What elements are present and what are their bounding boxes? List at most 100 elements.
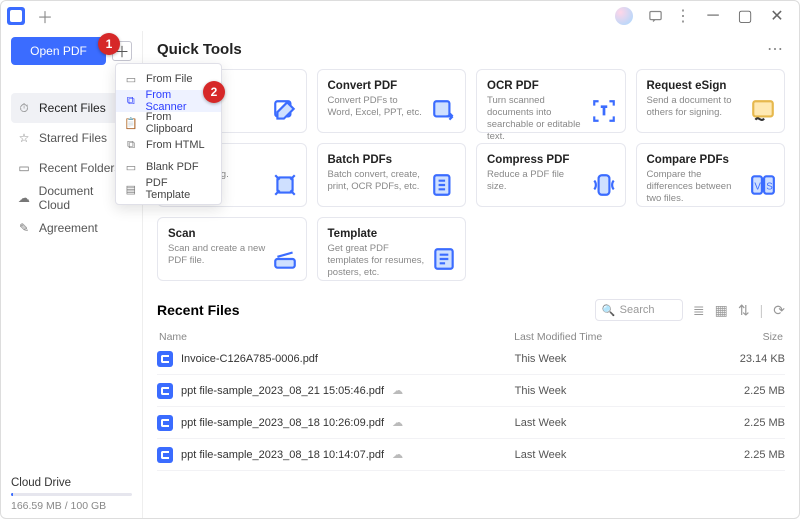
- sign-icon: ✎: [17, 221, 31, 235]
- maximize-button[interactable]: ▢: [729, 2, 761, 30]
- feedback-icon[interactable]: [641, 2, 669, 30]
- kebab-menu-icon[interactable]: ⋮: [669, 2, 697, 30]
- pdf-file-icon: [157, 351, 173, 367]
- search-input[interactable]: 🔍 Search: [595, 299, 683, 321]
- tool-batch-pdfs[interactable]: Batch PDFs Batch convert, create, print,…: [317, 143, 467, 207]
- sidebar-item-label: Agreement: [39, 221, 98, 235]
- menu-item-icon: ▭: [124, 161, 138, 174]
- recent-files-list: Invoice-C126A785-0006.pdf This Week 23.1…: [157, 343, 785, 471]
- tool-desc: Compare the differences between two file…: [647, 169, 745, 205]
- col-time: Last Modified Time: [514, 331, 723, 343]
- cloud-icon: ☁: [17, 191, 31, 205]
- clock-icon: ⏱: [17, 101, 31, 116]
- file-name: ppt file-sample_2023_08_21 15:05:46.pdf: [181, 385, 384, 397]
- tool-title: Scan: [168, 228, 296, 240]
- tool-title: OCR PDF: [487, 80, 615, 92]
- tool-desc: Batch convert, create, print, OCR PDFs, …: [328, 169, 426, 193]
- main-area: Quick Tools ⋯ mages in a Convert PDF Con…: [143, 31, 799, 518]
- tool-title: Convert PDF: [328, 80, 456, 92]
- cloud-drive-label: Cloud Drive: [11, 477, 132, 489]
- file-size: 2.25 MB: [725, 417, 785, 429]
- file-row[interactable]: ppt file-sample_2023_08_21 15:05:46.pdf …: [157, 375, 785, 407]
- sidebar-item-starred-files[interactable]: ☆ Starred Files: [11, 123, 132, 153]
- file-name: Invoice-C126A785-0006.pdf: [181, 353, 318, 365]
- view-toggle: ≣ ▦ ⇅ | ⟳: [693, 302, 785, 319]
- tool-scan[interactable]: Scan Scan and create a new PDF file.: [157, 217, 307, 281]
- file-time: This Week: [515, 385, 725, 397]
- combine-icon: [272, 172, 298, 198]
- tool-request-esign[interactable]: Request eSign Send a document to others …: [636, 69, 786, 133]
- tool-title: Compare PDFs: [647, 154, 775, 166]
- svg-text:V: V: [754, 181, 761, 192]
- file-size: 2.25 MB: [725, 449, 785, 461]
- sidebar-item-label: Recent Folders: [39, 161, 120, 175]
- menu-item-pdf-template[interactable]: ▤ PDF Template: [116, 178, 221, 200]
- svg-text:S: S: [766, 181, 773, 192]
- file-name: ppt file-sample_2023_08_18 10:26:09.pdf: [181, 417, 384, 429]
- pdf-file-icon: [157, 383, 173, 399]
- sidebar-item-label: Recent Files: [39, 101, 106, 115]
- pdf-file-icon: [157, 447, 173, 463]
- app-logo-icon: [7, 7, 25, 25]
- close-button[interactable]: ✕: [761, 2, 793, 30]
- menu-item-label: From HTML: [146, 139, 205, 151]
- menu-item-from-clipboard[interactable]: 📋 From Clipboard: [116, 112, 221, 134]
- refresh-icon[interactable]: ⟳: [773, 302, 785, 319]
- new-tab-button[interactable]: ＋: [31, 4, 59, 28]
- file-row[interactable]: ppt file-sample_2023_08_18 10:26:09.pdf …: [157, 407, 785, 439]
- file-row[interactable]: Invoice-C126A785-0006.pdf This Week 23.1…: [157, 343, 785, 375]
- tool-compare-pdfs[interactable]: Compare PDFs Compare the differences bet…: [636, 143, 786, 207]
- menu-item-from-html[interactable]: ⧉From HTML: [116, 134, 221, 156]
- open-pdf-button[interactable]: Open PDF: [11, 37, 106, 65]
- menu-item-icon: 📋: [124, 117, 138, 130]
- cloud-drive-bar: [11, 493, 132, 496]
- menu-item-label: PDF Template: [146, 177, 213, 201]
- compare-icon: VS: [750, 172, 776, 198]
- file-time: Last Week: [515, 449, 725, 461]
- quick-tools-more-icon[interactable]: ⋯: [767, 39, 785, 59]
- minimize-button[interactable]: ─: [697, 2, 729, 30]
- folder-icon: ▭: [17, 161, 31, 175]
- cloud-status-icon: ☁: [392, 448, 403, 461]
- sidebar-item-label: Document Cloud: [39, 184, 126, 212]
- list-view-icon[interactable]: ≣: [693, 302, 705, 319]
- cloud-drive-usage: 166.59 MB / 100 GB: [11, 500, 132, 512]
- sidebar-item-document-cloud[interactable]: ☁ Document Cloud: [11, 183, 132, 213]
- tool-template[interactable]: Template Get great PDF templates for res…: [317, 217, 467, 281]
- cloud-status-icon: ☁: [392, 384, 403, 397]
- sidebar-item-label: Starred Files: [39, 131, 107, 145]
- ai-orb-icon[interactable]: [615, 7, 633, 25]
- sidebar-item-recent-folders[interactable]: ▭ Recent Folders: [11, 153, 132, 183]
- tool-desc: Turn scanned documents into searchable o…: [487, 95, 585, 143]
- quick-tools-title: Quick Tools: [157, 41, 242, 58]
- cloud-drive-panel: Cloud Drive 166.59 MB / 100 GB: [11, 477, 132, 512]
- tool-desc: Send a document to others for signing.: [647, 95, 745, 119]
- tool-ocr-pdf[interactable]: OCR PDF Turn scanned documents into sear…: [476, 69, 626, 133]
- template-icon: [431, 246, 457, 272]
- callout-2: 2: [203, 81, 225, 103]
- search-icon: 🔍: [602, 304, 616, 317]
- sidebar-item-agreement[interactable]: ✎ Agreement: [11, 213, 132, 243]
- quick-tools-grid: mages in a Convert PDF Convert PDFs to W…: [157, 69, 785, 281]
- tool-title: Batch PDFs: [328, 154, 456, 166]
- titlebar: ＋ ⋮ ─ ▢ ✕: [1, 1, 799, 31]
- tool-title: Template: [328, 228, 456, 240]
- cloud-status-icon: ☁: [392, 416, 403, 429]
- file-time: This Week: [515, 353, 725, 365]
- sort-icon[interactable]: ⇅: [738, 302, 750, 319]
- sidebar-item-recent-files[interactable]: ⏱ Recent Files: [11, 93, 132, 123]
- grid-view-icon[interactable]: ▦: [715, 302, 728, 319]
- menu-item-blank-pdf[interactable]: ▭Blank PDF: [116, 156, 221, 178]
- sidebar-nav: ⏱ Recent Files ☆ Starred Files ▭ Recent …: [11, 93, 132, 243]
- compress-icon: [591, 172, 617, 198]
- recent-files-header: Name Last Modified Time Size: [157, 331, 785, 343]
- search-placeholder: Search: [620, 304, 655, 316]
- star-icon: ☆: [17, 131, 31, 145]
- tool-compress-pdf[interactable]: Compress PDF Reduce a PDF file size.: [476, 143, 626, 207]
- scan-icon: [272, 246, 298, 272]
- menu-item-icon: ▤: [124, 183, 138, 196]
- menu-item-label: From Clipboard: [146, 111, 213, 135]
- file-name: ppt file-sample_2023_08_18 10:14:07.pdf: [181, 449, 384, 461]
- file-row[interactable]: ppt file-sample_2023_08_18 10:14:07.pdf …: [157, 439, 785, 471]
- tool-convert-pdf[interactable]: Convert PDF Convert PDFs to Word, Excel,…: [317, 69, 467, 133]
